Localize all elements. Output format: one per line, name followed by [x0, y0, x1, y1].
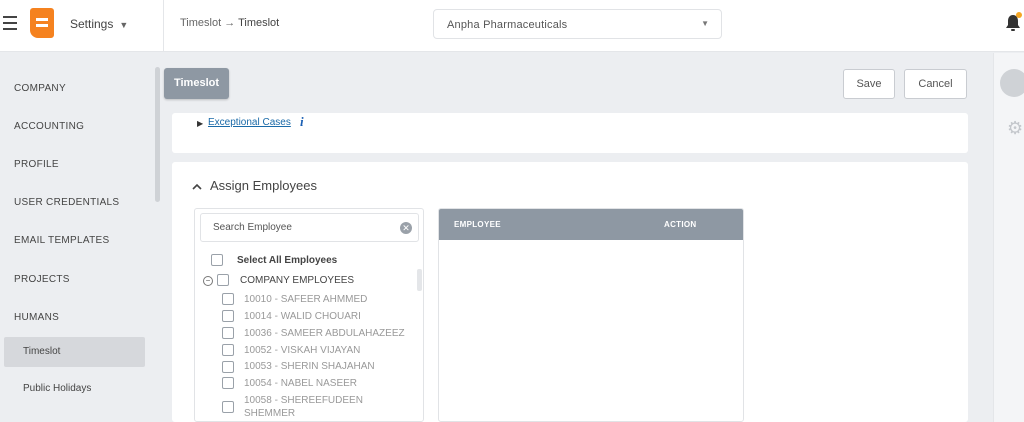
assigned-employees-table: EMPLOYEE ACTION: [438, 208, 744, 422]
employee-list-box: ✕ Select All Employees − COMPANY EMPLOYE…: [194, 208, 424, 422]
top-bar: Settings ▼ Timeslot → Timeslot Anpha Phar…: [0, 0, 1024, 52]
chevron-up-icon: [192, 182, 202, 193]
company-select[interactable]: Anpha Pharmaceuticals ▼: [433, 9, 722, 39]
sidebar-item-user-credentials[interactable]: USER CREDENTIALS: [14, 197, 119, 208]
breadcrumb: Timeslot → Timeslot: [180, 17, 279, 29]
settings-label: Settings: [70, 17, 114, 31]
column-header-employee: EMPLOYEE: [454, 220, 501, 229]
employee-checkbox[interactable]: [222, 401, 234, 413]
settings-dropdown[interactable]: Settings ▼: [70, 17, 128, 31]
assign-employees-title: Assign Employees: [210, 178, 317, 193]
employee-checkbox[interactable]: [222, 361, 234, 373]
employee-label: 10058 - SHEREEFUDEEN SHEMMER: [244, 395, 363, 419]
info-icon[interactable]: i: [300, 114, 304, 130]
sidebar-item-profile[interactable]: PROFILE: [14, 159, 59, 170]
menu-icon[interactable]: [3, 16, 17, 30]
employee-checkbox[interactable]: [222, 344, 234, 356]
employee-label: 10014 - WALID CHOUARI: [244, 311, 361, 322]
sidebar-subitem-timeslot[interactable]: Timeslot: [23, 346, 60, 357]
breadcrumb-parent[interactable]: Timeslot: [180, 17, 221, 29]
save-button[interactable]: Save: [843, 69, 895, 99]
clear-icon[interactable]: ✕: [400, 222, 412, 234]
search-input[interactable]: [201, 214, 391, 241]
sidebar-item-email-templates[interactable]: EMAIL TEMPLATES: [14, 235, 109, 246]
cancel-button[interactable]: Cancel: [904, 69, 967, 99]
select-all-checkbox[interactable]: [211, 254, 223, 266]
exceptional-cases-link[interactable]: Exceptional Cases: [208, 117, 291, 128]
employee-label: 10036 - SAMEER ABDULAHAZEEZ: [244, 328, 405, 339]
sidebar: COMPANY ACCOUNTING PROFILE USER CREDENTI…: [0, 53, 155, 422]
company-select-value: Anpha Pharmaceuticals: [447, 19, 568, 31]
app-logo: [30, 8, 54, 38]
employee-checkbox[interactable]: [222, 310, 234, 322]
assign-employees-panel: Assign Employees ✕ Select All Employees …: [172, 162, 968, 422]
employee-label: 10052 - VISKAH VIJAYAN: [244, 345, 361, 356]
tab-timeslot[interactable]: Timeslot: [164, 68, 229, 99]
employee-label: 10053 - SHERIN SHAJAHAN: [244, 361, 375, 372]
table-header: EMPLOYEE ACTION: [439, 209, 743, 240]
chevron-down-icon: ▼: [119, 20, 129, 30]
column-header-action: ACTION: [664, 220, 697, 229]
sidebar-item-projects[interactable]: PROJECTS: [14, 274, 70, 285]
list-scrollbar[interactable]: [417, 269, 422, 291]
bell-icon[interactable]: [1005, 12, 1022, 32]
sidebar-scrollbar[interactable]: [155, 67, 160, 202]
notification-dot: [1016, 12, 1022, 18]
divider: [163, 0, 164, 52]
search-field: ✕: [200, 213, 419, 242]
gear-icon[interactable]: ⚙: [1007, 118, 1023, 139]
breadcrumb-current: Timeslot: [238, 17, 280, 29]
sidebar-item-accounting[interactable]: ACCOUNTING: [14, 121, 84, 132]
assign-employees-header[interactable]: Assign Employees: [192, 178, 317, 193]
employee-checkbox[interactable]: [222, 293, 234, 305]
employee-label: 10010 - SAFEER AHMMED: [244, 294, 368, 305]
group-checkbox[interactable]: [217, 274, 229, 286]
collapse-minus-icon[interactable]: −: [203, 276, 213, 286]
employee-checkbox[interactable]: [222, 327, 234, 339]
employee-checkbox[interactable]: [222, 377, 234, 389]
avatar[interactable]: [1000, 69, 1024, 97]
sidebar-subitem-public-holidays[interactable]: Public Holidays: [23, 383, 91, 394]
breadcrumb-separator: →: [221, 17, 239, 29]
exceptional-cases-panel: ▶ Exceptional Cases i: [172, 113, 968, 153]
chevron-down-icon: ▼: [701, 19, 709, 28]
sidebar-item-humans[interactable]: HUMANS: [14, 312, 59, 323]
select-all-label: Select All Employees: [237, 255, 338, 266]
right-rail: ⚙: [993, 53, 1024, 422]
expand-triangle-icon[interactable]: ▶: [197, 119, 203, 128]
employee-label: 10054 - NABEL NASEER: [244, 378, 358, 389]
group-label: COMPANY EMPLOYEES: [240, 275, 355, 286]
sidebar-item-company[interactable]: COMPANY: [14, 83, 66, 94]
